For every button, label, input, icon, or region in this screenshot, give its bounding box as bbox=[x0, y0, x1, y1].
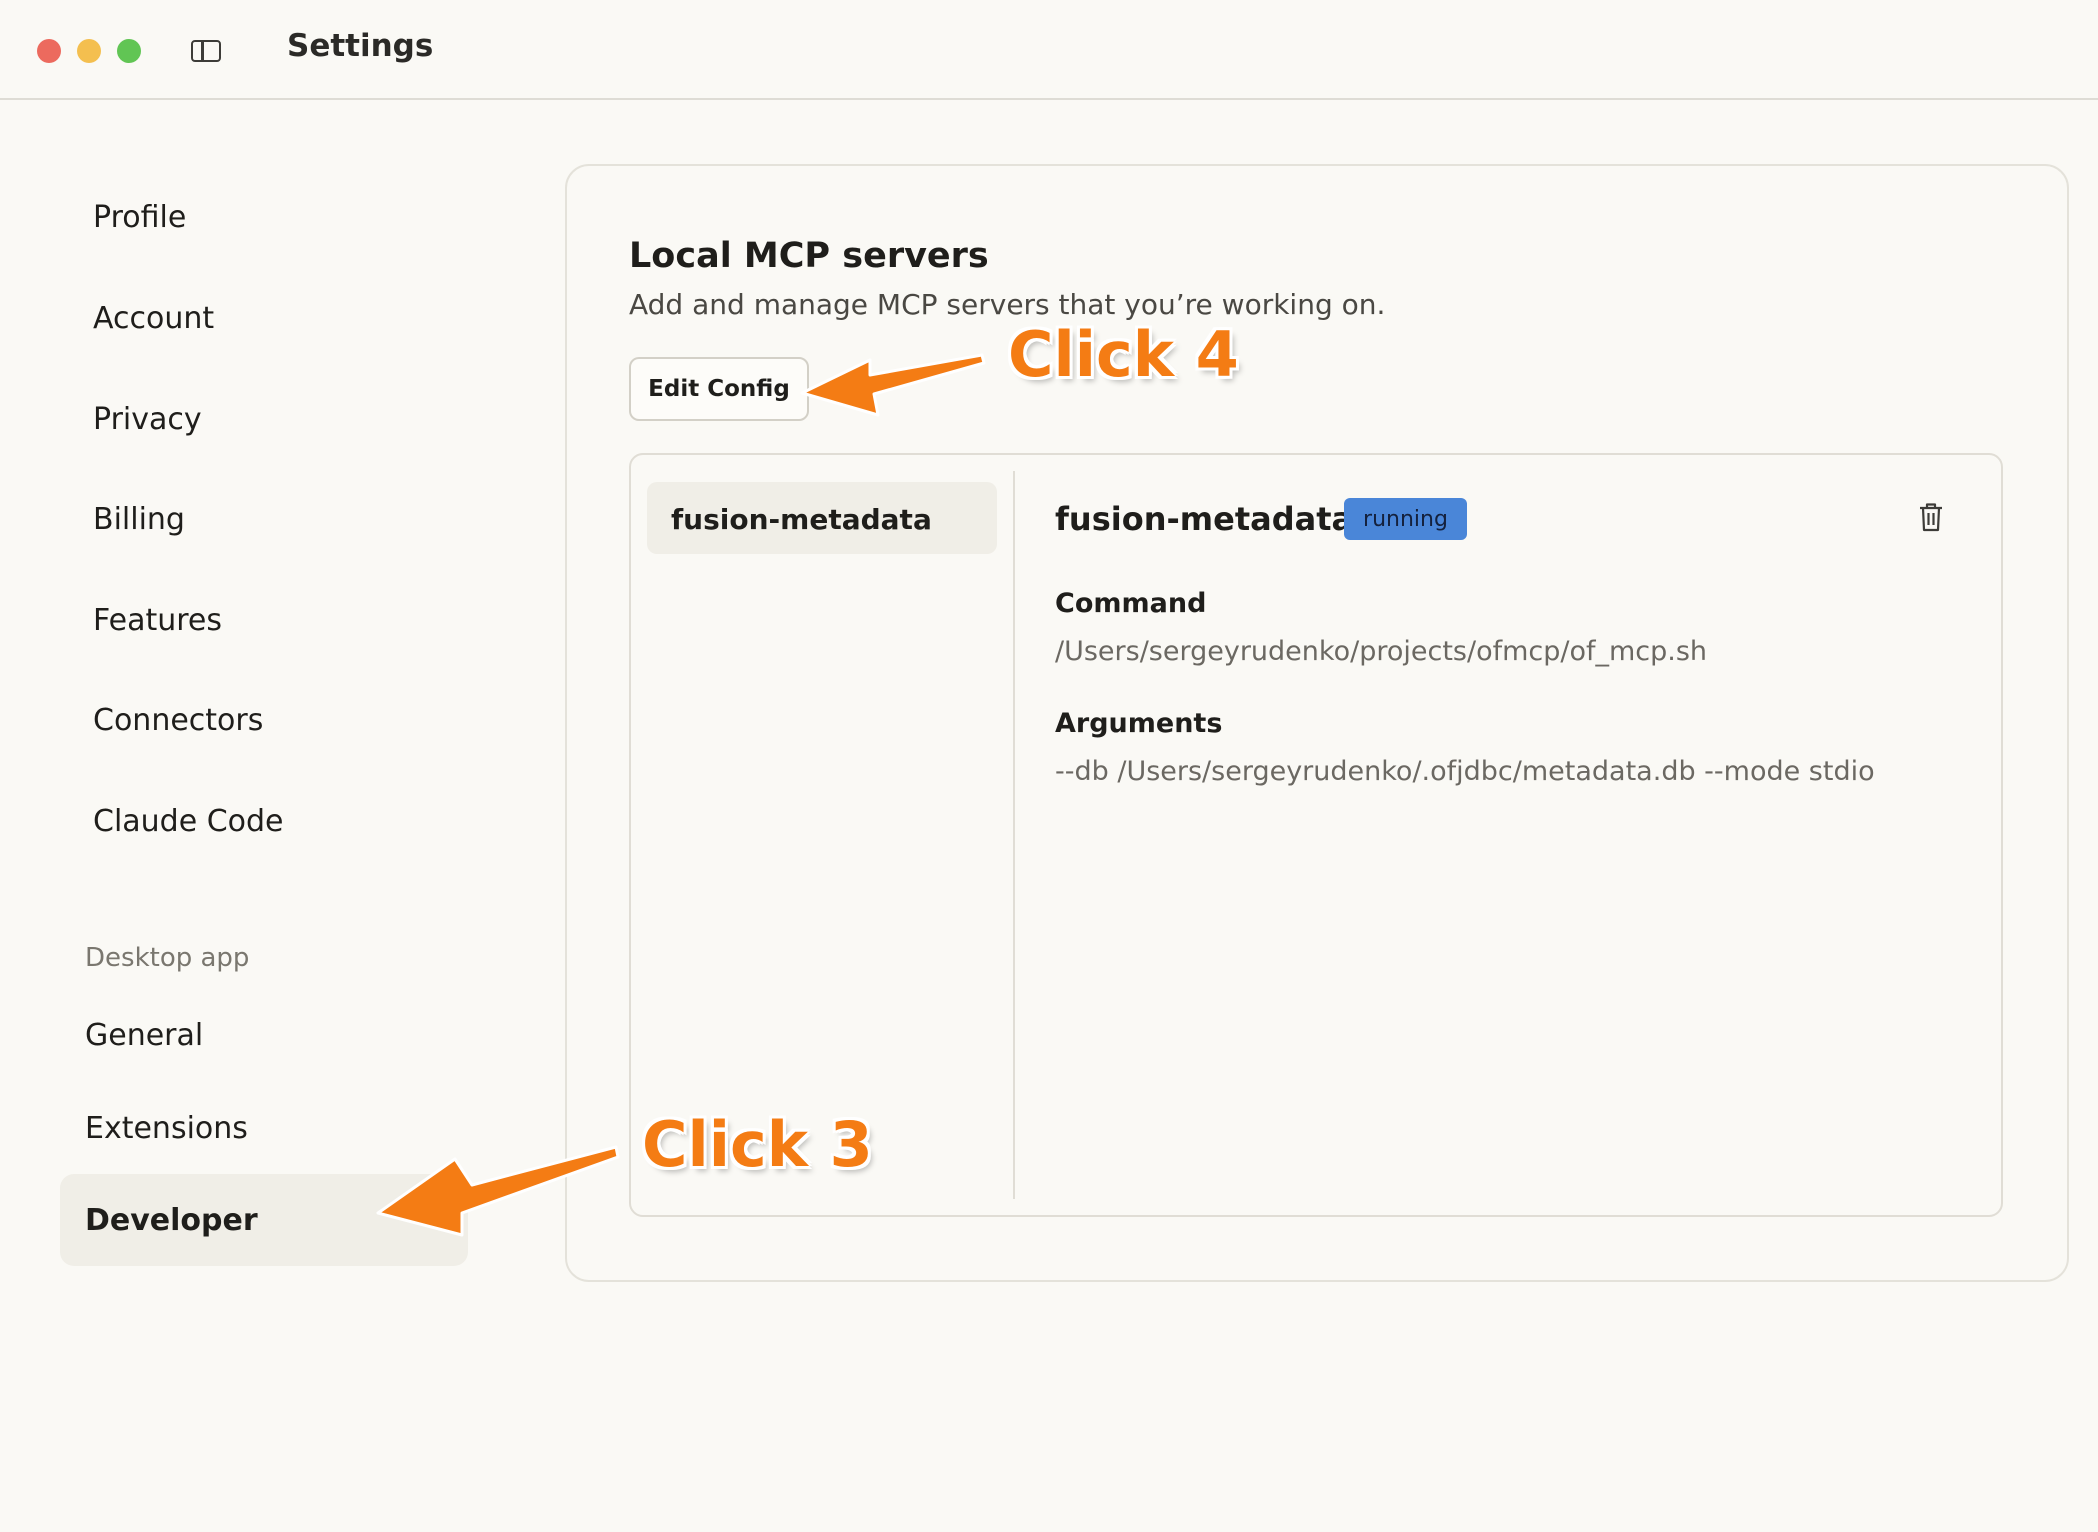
status-badge: running bbox=[1344, 498, 1467, 540]
command-value: /Users/sergeyrudenko/projects/ofmcp/of_m… bbox=[1055, 636, 1708, 667]
mcp-servers-panel bbox=[629, 453, 2003, 1217]
close-window-button[interactable] bbox=[37, 39, 61, 63]
section-description: Add and manage MCP servers that you’re w… bbox=[629, 288, 1386, 321]
server-detail-name: fusion-metadata bbox=[1055, 500, 1354, 538]
window-title: Settings bbox=[287, 28, 434, 64]
trash-icon[interactable] bbox=[1918, 502, 1944, 532]
sidebar-item-privacy[interactable]: Privacy bbox=[93, 400, 202, 440]
click3-arrow-icon bbox=[376, 1145, 620, 1237]
arguments-value: --db /Users/sergeyrudenko/.ofjdbc/metada… bbox=[1055, 756, 1875, 787]
sidebar-item-connectors[interactable]: Connectors bbox=[93, 701, 263, 741]
sidebar-item-profile[interactable]: Profile bbox=[93, 198, 186, 238]
sidebar-item-features[interactable]: Features bbox=[93, 601, 222, 641]
sidebar-item-claude-code[interactable]: Claude Code bbox=[93, 802, 284, 842]
title-bar: Settings bbox=[0, 0, 2098, 100]
sidebar-item-billing[interactable]: Billing bbox=[93, 500, 185, 540]
sidebar-item-developer-label: Developer bbox=[85, 1203, 258, 1238]
maximize-window-button[interactable] bbox=[117, 39, 141, 63]
sidebar-toggle-icon[interactable] bbox=[191, 40, 221, 62]
server-list-item-label: fusion-metadata bbox=[671, 503, 932, 536]
edit-config-button[interactable]: Edit Config bbox=[629, 357, 809, 421]
section-title: Local MCP servers bbox=[629, 236, 989, 276]
arguments-label: Arguments bbox=[1055, 708, 1223, 739]
click3-annotation: Click 3 bbox=[642, 1108, 873, 1181]
command-label: Command bbox=[1055, 588, 1207, 619]
sidebar-section-desktop-app: Desktop app bbox=[85, 943, 250, 973]
sidebar-item-account[interactable]: Account bbox=[93, 299, 214, 339]
minimize-window-button[interactable] bbox=[77, 39, 101, 63]
sidebar-item-general[interactable]: General bbox=[85, 1016, 203, 1056]
click4-arrow-icon bbox=[800, 353, 986, 417]
click4-annotation: Click 4 bbox=[1008, 318, 1239, 391]
panel-divider bbox=[1013, 471, 1015, 1199]
sidebar-item-extensions[interactable]: Extensions bbox=[85, 1109, 248, 1149]
